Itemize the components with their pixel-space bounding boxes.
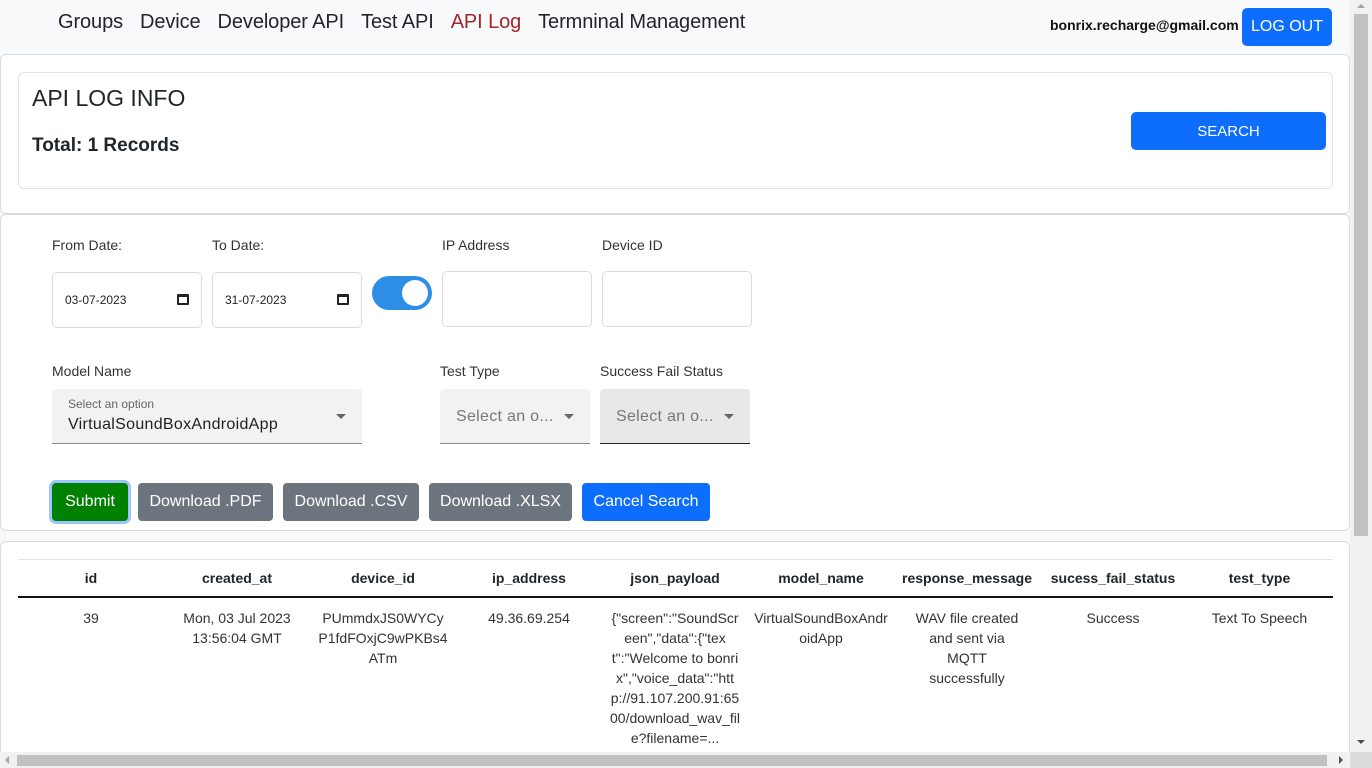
ip-address-label: IP Address xyxy=(442,237,510,253)
column-header-created-at[interactable]: created_at xyxy=(164,560,310,597)
test-type-placeholder: Select an o... xyxy=(456,408,554,425)
download-csv-button[interactable]: Download .CSV xyxy=(283,483,419,521)
cell-success-fail-status: Success xyxy=(1086,609,1140,626)
calendar-icon[interactable] xyxy=(177,294,189,305)
filter-toggle-switch[interactable] xyxy=(372,276,432,310)
device-id-label: Device ID xyxy=(602,237,663,253)
scroll-right-arrow-icon[interactable] xyxy=(1339,756,1343,764)
column-header-model-name[interactable]: model_name xyxy=(748,560,894,597)
success-fail-status-select[interactable]: Select an o... xyxy=(600,389,750,444)
success-fail-status-placeholder: Select an o... xyxy=(616,408,714,425)
column-header-test-type[interactable]: test_type xyxy=(1186,560,1333,597)
submit-button[interactable]: Submit xyxy=(52,483,128,521)
column-header-response-message[interactable]: response_message xyxy=(894,560,1040,597)
top-navbar: Groups Device Developer API Test API API… xyxy=(0,0,1350,50)
search-button[interactable]: SEARCH xyxy=(1131,112,1326,150)
test-type-label: Test Type xyxy=(440,363,500,379)
api-log-info-card: API LOG INFO Total: 1 Records SEARCH xyxy=(18,72,1333,189)
from-date-label: From Date: xyxy=(52,237,123,253)
chevron-down-icon xyxy=(336,414,346,419)
cell-test-type: Text To Speech xyxy=(1211,609,1308,626)
api-log-table: id created_at device_id ip_address json_… xyxy=(18,559,1333,748)
download-xlsx-button[interactable]: Download .XLSX xyxy=(429,483,572,521)
to-date-value: 31-07-2023 xyxy=(225,293,287,307)
from-date-input[interactable]: 03-07-2023 xyxy=(52,272,202,328)
table-row: 39 Mon, 03 Jul 2023 13:56:04 GMT PUmmdxJ… xyxy=(18,597,1333,748)
scroll-down-arrow-icon[interactable] xyxy=(1357,740,1365,744)
column-header-success-fail-status[interactable]: sucess_fail_status xyxy=(1040,560,1186,597)
cell-id: 39 xyxy=(83,609,99,626)
nav-link-developer-api[interactable]: Developer API xyxy=(218,11,345,34)
cell-device-id: PUmmdxJS0WYCyP1fdFOxjC9wPKBs4ATm xyxy=(318,609,448,666)
api-log-table-panel: id created_at device_id ip_address json_… xyxy=(0,541,1350,768)
to-date-input[interactable]: 31-07-2023 xyxy=(212,272,362,328)
model-name-select-hint: Select an option xyxy=(68,397,155,411)
from-date-value: 03-07-2023 xyxy=(65,293,127,307)
nav-link-device[interactable]: Device xyxy=(140,11,201,34)
model-name-label: Model Name xyxy=(52,363,132,379)
column-header-id[interactable]: id xyxy=(18,560,164,597)
device-id-input[interactable] xyxy=(602,271,752,327)
chevron-down-icon xyxy=(564,414,574,419)
cell-response-message: WAV file created and sent via MQTT succe… xyxy=(915,609,1019,686)
test-type-select[interactable]: Select an o... xyxy=(440,389,590,444)
cancel-search-button[interactable]: Cancel Search xyxy=(582,483,710,521)
nav-link-test-api[interactable]: Test API xyxy=(361,11,434,34)
column-header-ip-address[interactable]: ip_address xyxy=(456,560,602,597)
horizontal-scrollbar-thumb[interactable] xyxy=(17,755,1327,766)
cell-ip-address: 49.36.69.254 xyxy=(488,609,570,626)
page-title: API LOG INFO xyxy=(32,85,186,111)
model-name-select-value: VirtualSoundBoxAndroidApp xyxy=(68,416,279,433)
total-records: Total: 1 Records xyxy=(32,135,180,156)
user-email: bonrix.recharge@gmail.com xyxy=(1050,17,1239,33)
toggle-knob xyxy=(402,280,428,306)
api-log-info-panel: API LOG INFO Total: 1 Records SEARCH xyxy=(0,54,1350,214)
column-header-device-id[interactable]: device_id xyxy=(310,560,456,597)
horizontal-scrollbar[interactable] xyxy=(0,752,1350,768)
nav-links: Groups Device Developer API Test API API… xyxy=(58,11,762,34)
model-name-select[interactable]: Select an option VirtualSoundBoxAndroidA… xyxy=(52,389,362,444)
nav-link-groups[interactable]: Groups xyxy=(58,11,123,34)
success-fail-status-label: Success Fail Status xyxy=(600,363,723,379)
cell-json-payload: {"screen":"SoundScreen","data":{"text":"… xyxy=(610,609,740,746)
calendar-icon[interactable] xyxy=(337,294,349,305)
table-header-row: id created_at device_id ip_address json_… xyxy=(18,559,1333,597)
filter-panel: From Date: 03-07-2023 To Date: 31-07-202… xyxy=(0,214,1350,531)
scroll-up-arrow-icon[interactable] xyxy=(1357,4,1365,8)
nav-link-terminal-management[interactable]: Termninal Management xyxy=(538,11,745,34)
scroll-left-arrow-icon[interactable] xyxy=(5,756,9,764)
cell-created-at: Mon, 03 Jul 2023 13:56:04 GMT xyxy=(183,609,291,646)
to-date-label: To Date: xyxy=(212,237,265,253)
logout-button[interactable]: LOG OUT xyxy=(1242,8,1332,46)
nav-link-api-log[interactable]: API Log xyxy=(451,11,522,34)
download-pdf-button[interactable]: Download .PDF xyxy=(138,483,273,521)
vertical-scrollbar-thumb[interactable] xyxy=(1354,14,1368,536)
ip-address-input[interactable] xyxy=(442,271,592,327)
chevron-down-icon xyxy=(724,414,734,419)
scrollbar-corner xyxy=(1350,752,1372,768)
column-header-json-payload[interactable]: json_payload xyxy=(602,560,748,597)
vertical-scrollbar[interactable] xyxy=(1350,0,1372,752)
cell-model-name: VirtualSoundBoxAndroidApp xyxy=(754,609,888,646)
